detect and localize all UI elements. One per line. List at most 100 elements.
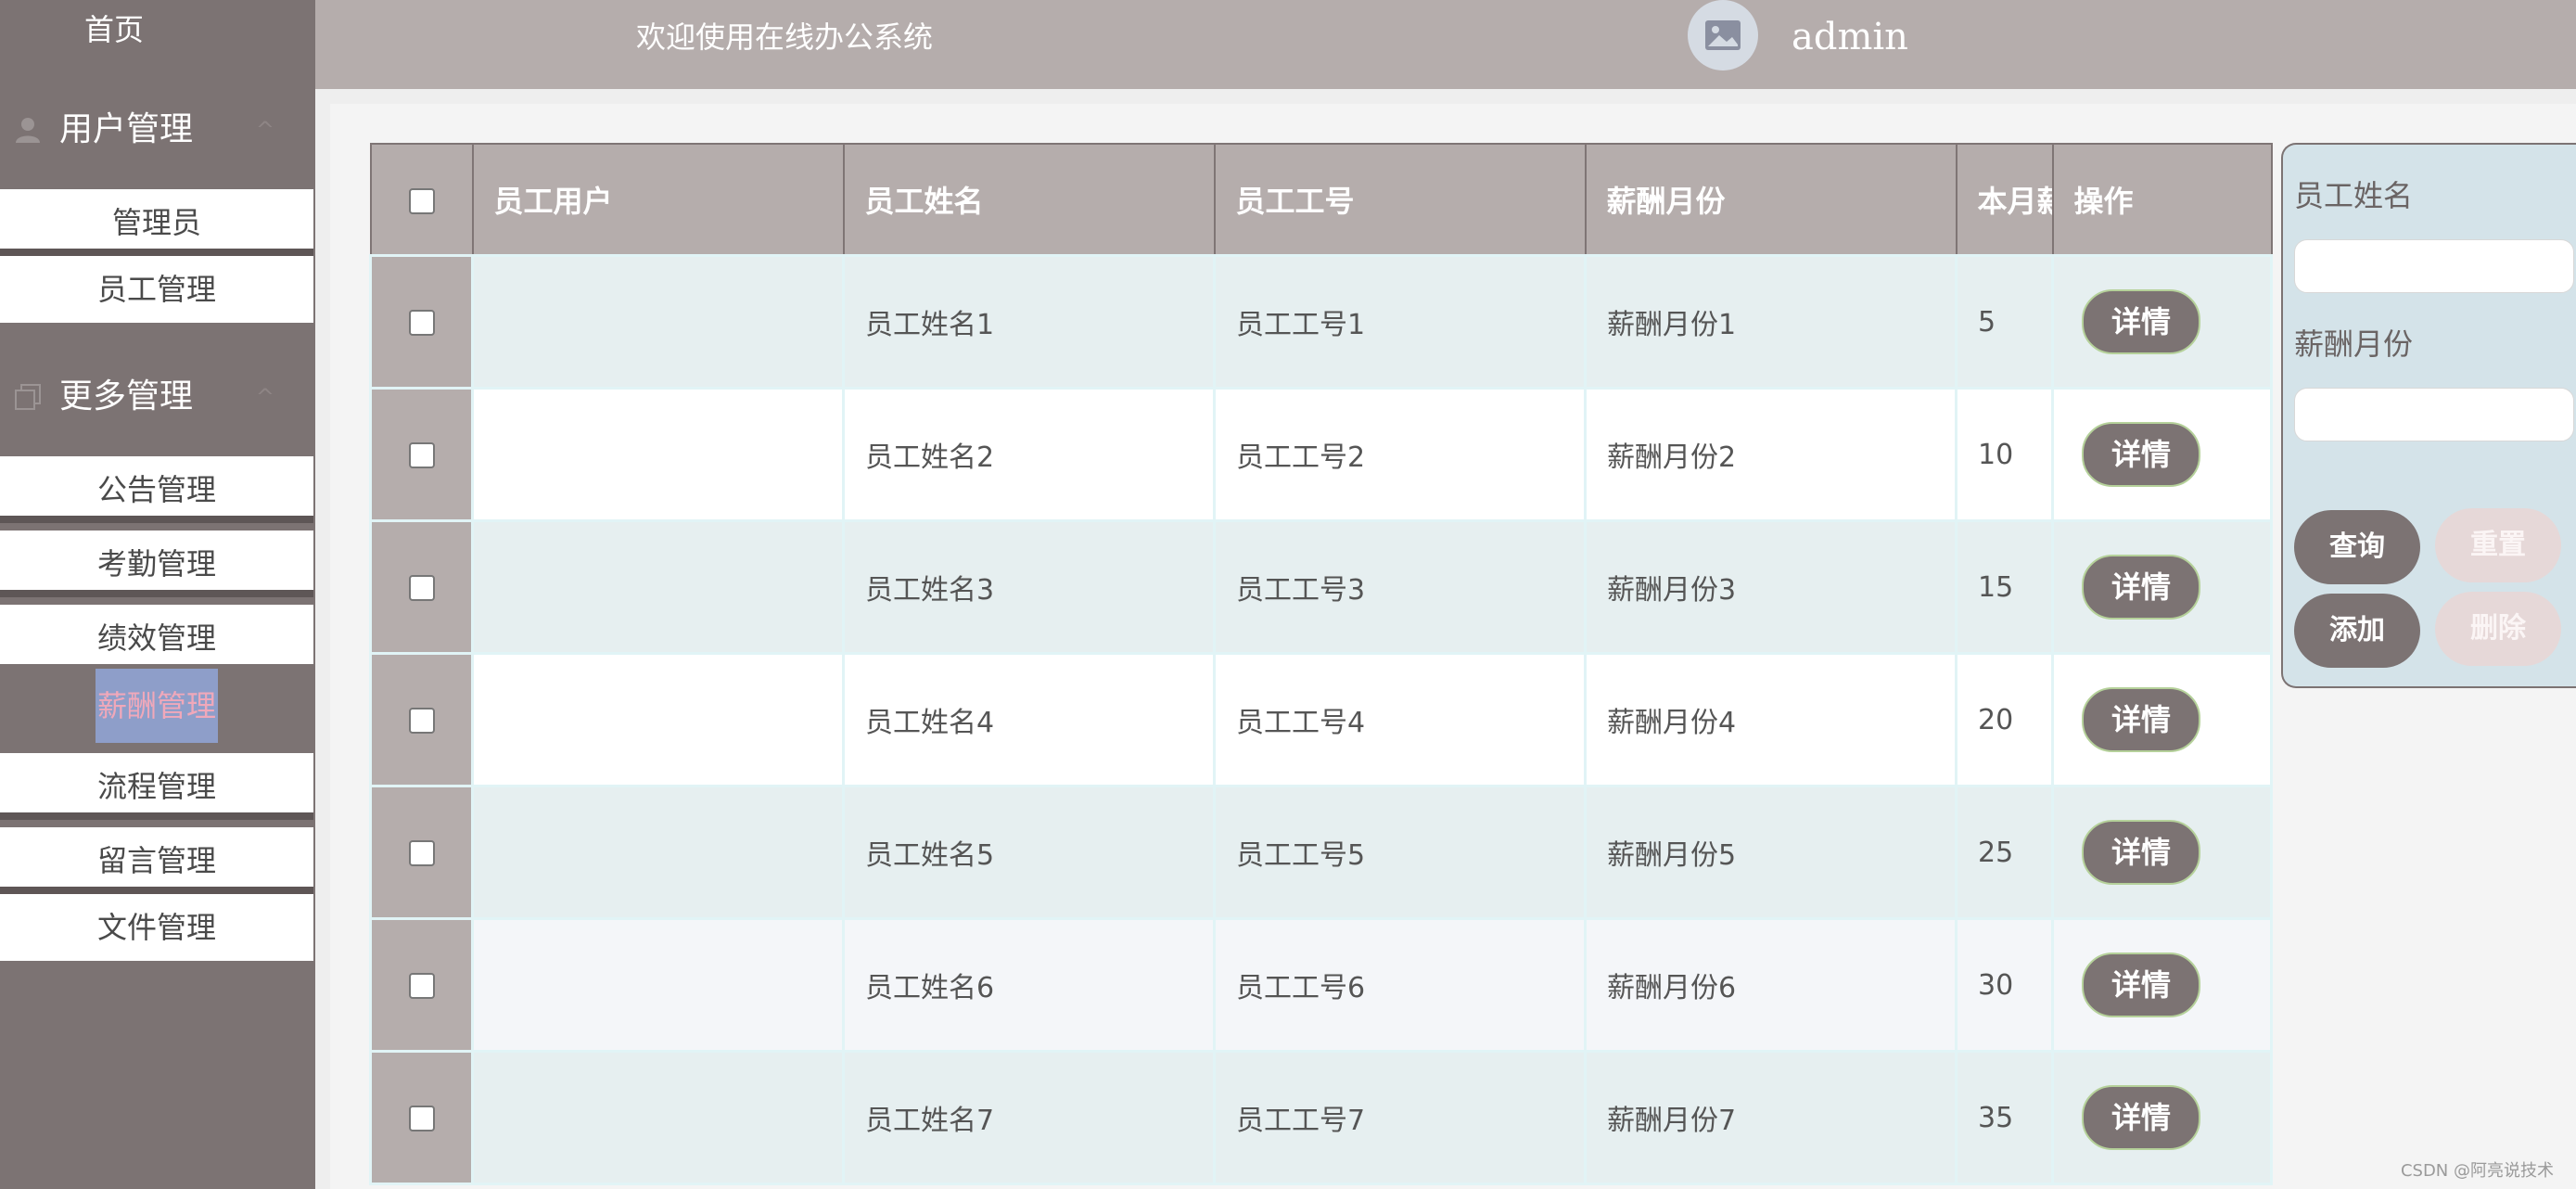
divider xyxy=(0,590,313,597)
image-placeholder-icon xyxy=(1705,20,1741,50)
sidebar-group-user-management[interactable]: 用户管理 ^ xyxy=(0,85,315,174)
cell-month: 薪酬月份7 xyxy=(1584,1050,1958,1185)
cell-user xyxy=(471,519,845,655)
column-header: 操作 xyxy=(2051,143,2273,257)
sidebar-item-notice[interactable]: 公告管理 xyxy=(0,456,313,523)
cell-name: 员工姓名5 xyxy=(842,785,1216,920)
row-checkbox[interactable] xyxy=(408,708,435,734)
cell-name: 员工姓名4 xyxy=(842,652,1216,787)
table-row: 员工姓名2 员工工号2 薪酬月份2 10 详情 xyxy=(369,387,2273,522)
row-checkbox-cell xyxy=(369,785,474,920)
cell-action: 详情 xyxy=(2051,519,2273,655)
username[interactable]: admin xyxy=(1792,0,1908,74)
row-checkbox[interactable] xyxy=(408,575,435,601)
cell-month: 薪酬月份3 xyxy=(1584,519,1958,655)
cell-name: 员工姓名6 xyxy=(842,917,1216,1053)
sidebar-item-process[interactable]: 流程管理 xyxy=(0,753,313,820)
watermark-text: CSDN @阿亮说技术 xyxy=(2400,1161,2554,1181)
cell-user xyxy=(471,652,845,787)
cell-id: 员工工号3 xyxy=(1213,519,1587,655)
cell-user xyxy=(471,254,845,390)
cell-salary: 20 xyxy=(1955,652,2054,787)
reset-button[interactable]: 重置 xyxy=(2435,508,2561,582)
avatar[interactable] xyxy=(1688,0,1758,70)
row-checkbox[interactable] xyxy=(408,310,435,336)
sidebar-group-title: 用户管理 xyxy=(59,110,194,148)
divider xyxy=(0,516,313,523)
detail-button[interactable]: 详情 xyxy=(2082,555,2200,620)
sidebar-item-employee[interactable]: 员工管理 xyxy=(0,256,313,323)
delete-button[interactable]: 删除 xyxy=(2435,592,2561,666)
sidebar-item-label: 薪酬管理 xyxy=(95,669,218,743)
row-checkbox-cell xyxy=(369,1050,474,1185)
cell-user xyxy=(471,917,845,1053)
cell-salary: 5 xyxy=(1955,254,2054,390)
column-header[interactable]: 薪酬月份 xyxy=(1584,143,1958,257)
cell-user xyxy=(471,785,845,920)
cell-name: 员工姓名2 xyxy=(842,387,1216,522)
sidebar-item-message[interactable]: 留言管理 xyxy=(0,827,313,894)
row-checkbox[interactable] xyxy=(408,442,435,468)
cell-name: 员工姓名7 xyxy=(842,1050,1216,1185)
table-header-row: 员工用户 员工姓名 员工工号 薪酬月份 本月薪 操作 xyxy=(369,143,2273,257)
detail-button[interactable]: 详情 xyxy=(2082,289,2200,354)
table-row: 员工姓名4 员工工号4 薪酬月份4 20 详情 xyxy=(369,652,2273,787)
table-row: 员工姓名6 员工工号6 薪酬月份6 30 详情 xyxy=(369,917,2273,1053)
employee-name-input[interactable] xyxy=(2294,239,2574,293)
table-row: 员工姓名3 员工工号3 薪酬月份3 15 详情 xyxy=(369,519,2273,655)
welcome-text: 欢迎使用在线办公系统 xyxy=(636,19,934,55)
sidebar-home[interactable]: 首页 xyxy=(0,0,228,59)
cell-salary: 25 xyxy=(1955,785,2054,920)
cell-month: 薪酬月份6 xyxy=(1584,917,1958,1053)
detail-button[interactable]: 详情 xyxy=(2082,820,2200,885)
cell-action: 详情 xyxy=(2051,254,2273,390)
table-row: 员工姓名5 员工工号5 薪酬月份5 25 详情 xyxy=(369,785,2273,920)
row-checkbox-cell xyxy=(369,652,474,787)
row-checkbox-cell xyxy=(369,254,474,390)
cell-action: 详情 xyxy=(2051,652,2273,787)
copy-icon xyxy=(15,384,41,410)
column-header[interactable]: 本月薪 xyxy=(1955,143,2054,257)
divider xyxy=(0,812,313,820)
cell-salary: 10 xyxy=(1955,387,2054,522)
sidebar-group-more-management[interactable]: 更多管理 ^ xyxy=(0,352,315,441)
cell-id: 员工工号7 xyxy=(1213,1050,1587,1185)
cell-salary: 30 xyxy=(1955,917,2054,1053)
cell-user xyxy=(471,1050,845,1185)
user-icon xyxy=(16,118,40,143)
salary-table: 员工用户 员工姓名 员工工号 薪酬月份 本月薪 操作 员工姓名1 员工工号1 薪… xyxy=(369,143,2273,1185)
cell-user xyxy=(471,387,845,522)
chevron-up-icon: ^ xyxy=(255,384,274,410)
cell-action: 详情 xyxy=(2051,785,2273,920)
sidebar-item-performance[interactable]: 绩效管理 xyxy=(0,605,313,671)
detail-button[interactable]: 详情 xyxy=(2082,952,2200,1017)
query-button[interactable]: 查询 xyxy=(2294,510,2420,584)
sidebar-item-attendance[interactable]: 考勤管理 xyxy=(0,531,313,597)
salary-month-input[interactable] xyxy=(2294,388,2574,441)
detail-button[interactable]: 详情 xyxy=(2082,422,2200,487)
row-checkbox[interactable] xyxy=(408,1106,435,1131)
divider xyxy=(0,249,313,256)
detail-button[interactable]: 详情 xyxy=(2082,1085,2200,1150)
sidebar-item-file[interactable]: 文件管理 xyxy=(0,894,313,961)
column-header[interactable]: 员工工号 xyxy=(1213,143,1587,257)
row-checkbox[interactable] xyxy=(408,973,435,999)
add-button[interactable]: 添加 xyxy=(2294,594,2420,668)
column-header[interactable]: 员工用户 xyxy=(471,143,845,257)
detail-button[interactable]: 详情 xyxy=(2082,687,2200,752)
table-row: 员工姓名1 员工工号1 薪酬月份1 5 详情 xyxy=(369,254,2273,390)
search-panel: 员工姓名 薪酬月份 查询 重置 添加 删除 xyxy=(2281,143,2576,688)
cell-month: 薪酬月份1 xyxy=(1584,254,1958,390)
salary-month-label: 薪酬月份 xyxy=(2294,326,2414,362)
chevron-up-icon: ^ xyxy=(255,117,274,143)
row-checkbox[interactable] xyxy=(408,840,435,866)
select-all-checkbox[interactable] xyxy=(408,188,435,214)
sidebar-item-salary[interactable]: 薪酬管理 xyxy=(0,664,313,748)
cell-name: 员工姓名1 xyxy=(842,254,1216,390)
cell-salary: 15 xyxy=(1955,519,2054,655)
row-checkbox-cell xyxy=(369,917,474,1053)
cell-id: 员工工号4 xyxy=(1213,652,1587,787)
sidebar-item-admin[interactable]: 管理员 xyxy=(0,189,313,256)
column-header[interactable]: 员工姓名 xyxy=(842,143,1216,257)
cell-action: 详情 xyxy=(2051,387,2273,522)
